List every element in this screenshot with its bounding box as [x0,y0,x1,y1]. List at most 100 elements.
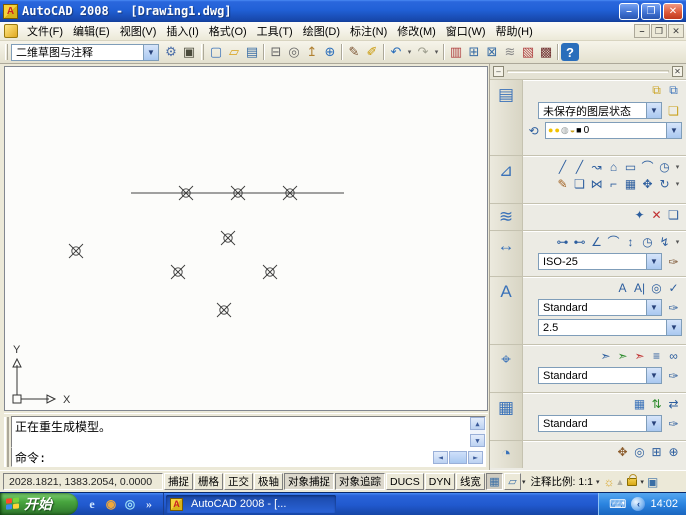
mdi-minimize-button[interactable]: – [634,24,650,38]
multileader-icon[interactable]: ➣ [597,347,614,364]
text-style-combo-arrow-icon[interactable]: ▼ [646,300,661,315]
layer-combo-arrow-icon[interactable]: ▼ [666,123,681,138]
workspace-settings-icon[interactable]: ⚙ [162,43,180,61]
autocad-app-icon[interactable]: A [3,3,18,19]
command-prompt[interactable]: 命令: ◄ ► [11,448,486,467]
layer-state-combo-arrow-icon[interactable]: ▼ [646,103,661,118]
toggle-ortho[interactable]: 正交 [224,473,253,490]
rotate-icon[interactable]: ↻ [656,175,673,192]
undo-icon[interactable]: ↶ [387,43,405,61]
scale-list-icon[interactable]: ❏ [665,206,682,223]
open-icon[interactable]: ▱ [225,43,243,61]
toggle-otrack[interactable]: 对象追踪 [335,473,385,490]
menu-insert[interactable]: 插入(I) [161,21,203,41]
menu-view[interactable]: 视图(V) [115,21,162,41]
toggle-grid[interactable]: 栅格 [194,473,223,490]
layer-combo[interactable]: ● ● ◍ ◒ ■ 0 ▼ [545,122,682,139]
menu-modify[interactable]: 修改(M) [392,21,441,41]
text-style-dialog-icon[interactable]: ✑ [665,299,682,316]
arc-icon[interactable]: ⌒ [639,158,656,175]
quick-dimension-icon-drop[interactable]: ▾ [673,238,682,246]
scroll-down-icon[interactable]: ▼ [470,434,485,447]
annotation-scale-value[interactable]: 1:1 [578,476,593,488]
table-panel-icon[interactable]: ▦ [498,398,514,418]
command-history[interactable]: 正在重生成模型。 ▲ ▼ [11,416,486,448]
linear-dimension-icon[interactable]: ⊶ [554,233,571,250]
layer-previous-icon[interactable]: ⟲ [525,122,542,139]
scroll-thumb[interactable] [449,450,467,464]
3d-dwf-icon[interactable]: ⊕ [321,43,339,61]
quicklaunch-chevron-icon[interactable]: » [141,496,157,512]
model-space-icon[interactable]: ▦ [485,473,503,490]
layer-on-icon[interactable]: ● [548,125,553,136]
block-editor-icon[interactable]: ✐ [363,43,381,61]
quick-dimension-icon[interactable]: ↯ [656,233,673,250]
annotation-scaling-panel-icon[interactable]: ≋ [499,207,513,227]
spline-icon[interactable]: ↝ [588,158,605,175]
layer-properties-manager-icon[interactable]: ⧉ [665,82,682,99]
dimension-panel-icon[interactable]: ↔ [498,236,515,256]
polyline-icon[interactable]: ╱ [571,158,588,175]
scroll-right-icon[interactable]: ► [468,450,483,464]
annotation-scale-arrow-icon[interactable]: ▾ [596,478,600,486]
zoom-extents-icon[interactable]: ⊕ [665,443,682,460]
text-style-combo[interactable]: Standard ▼ [538,299,662,316]
mdi-restore-button[interactable]: ❐ [651,24,667,38]
toggle-dyn[interactable]: DYN [424,473,455,490]
dashboard-collapse-button[interactable]: – [493,66,504,77]
messenger-quicklaunch-icon[interactable]: ◎ [122,496,138,512]
menu-tools[interactable]: 工具(T) [252,21,298,41]
plot-icon[interactable]: ⊟ [267,43,285,61]
jogged-dimension-icon[interactable]: ∠ [588,233,605,250]
menu-file[interactable]: 文件(F) [22,21,68,41]
menu-help[interactable]: 帮助(H) [491,21,538,41]
match-properties-icon[interactable]: ✎ [345,43,363,61]
scroll-left-icon[interactable]: ◄ [433,450,448,464]
edit-table-icon[interactable]: ⇄ [665,395,682,412]
arc-length-dimension-icon[interactable]: ⌒ [605,233,622,250]
toolbar-grip-2[interactable] [201,44,204,60]
autocad-task-button[interactable]: A AutoCAD 2008 - [... [166,495,336,513]
remove-leader-icon[interactable]: ➣ [631,347,648,364]
layer-vp-freeze-icon[interactable]: ◍ [561,125,569,136]
multileader-style-dialog-icon[interactable]: ✑ [665,367,682,384]
table-style-dialog-icon[interactable]: ✑ [665,415,682,432]
multiline-text-icon[interactable]: A [614,279,631,296]
circle-icon-drop[interactable]: ▾ [673,163,682,171]
redo-icon-drop[interactable]: ▾ [432,48,441,56]
dimension-style-combo-arrow-icon[interactable]: ▼ [646,254,661,269]
mdi-close-button[interactable]: ✕ [668,24,684,38]
fillet-icon[interactable]: ⌐ [605,175,622,192]
text-style-icon[interactable]: ▥ [447,43,465,61]
external-reference-icon[interactable]: ▧ [519,43,537,61]
menu-window[interactable]: 窗口(W) [441,21,491,41]
save-icon[interactable]: ▤ [243,43,261,61]
publish-icon[interactable]: ↥ [303,43,321,61]
table-style-combo-arrow-icon[interactable]: ▼ [646,416,661,431]
polygon-icon[interactable]: ⌂ [605,158,622,175]
markup-set-manager-icon[interactable]: ⊠ [483,43,501,61]
layer-color-swatch[interactable]: ■ [576,125,581,136]
add-current-scale-icon[interactable]: ✦ [631,206,648,223]
start-button[interactable]: 开始 [0,493,78,515]
dimension-style-dialog-icon[interactable]: ✑ [665,253,682,270]
quickcalc-icon[interactable]: ▩ [537,43,555,61]
scroll-up-icon[interactable]: ▲ [470,417,485,430]
update-table-icon[interactable]: ⇅ [648,395,665,412]
add-leader-icon[interactable]: ➣ [614,347,631,364]
layer-states-icon[interactable]: ⧉ [648,82,665,99]
drawing-file-icon[interactable] [4,24,18,38]
drawing-canvas[interactable]: XY [4,66,488,411]
layers-panel-icon[interactable]: ▤ [498,85,514,105]
toggle-lineweight[interactable]: 线宽 [455,473,485,490]
insert-table-icon[interactable]: ▦ [631,395,648,412]
language-keyboard-icon[interactable]: ⌨ [609,497,626,511]
workspace-combo-arrow-icon[interactable]: ▼ [143,44,158,60]
layer-state-combo[interactable]: 未保存的图层状态 ▼ [538,102,662,119]
media-quicklaunch-icon[interactable]: ◉ [103,496,119,512]
dashboard-grip[interactable] [507,70,669,73]
angular-dimension-icon[interactable]: ◷ [639,233,656,250]
move-icon[interactable]: ✥ [639,175,656,192]
menu-format[interactable]: 格式(O) [204,21,252,41]
coordinates-readout[interactable]: 2028.1821, 1383.2054, 0.0000 [3,473,163,490]
